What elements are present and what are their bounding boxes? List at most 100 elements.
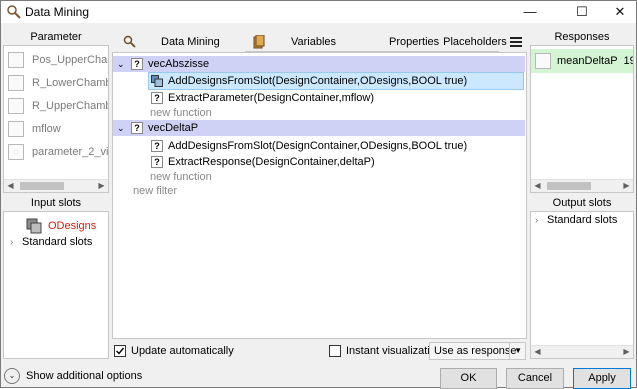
new-function-label: new function	[150, 171, 212, 183]
output-slots-panel: › Standard slots ◀ ▶	[530, 211, 634, 359]
tab-properties[interactable]: Properties Placeholders	[367, 32, 507, 52]
update-automatically-label: Update automatically	[131, 345, 234, 357]
parameter-icon	[8, 98, 24, 114]
tree-function-extract-response[interactable]: ? ExtractResponse(DesignContainer,deltaP…	[151, 154, 375, 170]
tab-data-mining-label: Data Mining	[161, 36, 220, 48]
tab-properties-label: Properties	[389, 35, 440, 48]
parameter-item[interactable]: R_LowerChamber	[8, 73, 108, 93]
parameter-label: Pos_UpperChamb	[32, 54, 108, 66]
scroll-right-icon[interactable]: ▶	[95, 180, 108, 192]
apply-button[interactable]: Apply	[573, 368, 631, 389]
parameter-item[interactable]: parameter_2_visco	[8, 142, 109, 162]
question-icon: ?	[131, 122, 143, 134]
parameter-header: Parameter	[30, 31, 82, 43]
tree-function-add-designs[interactable]: AddDesignsFromSlot(DesignContainer,ODesi…	[151, 73, 467, 89]
vecdeltap-label: vecDeltaP	[148, 122, 199, 134]
standard-slots-node[interactable]: › Standard slots	[10, 236, 92, 248]
odesigns-slot[interactable]: ODesigns	[26, 218, 96, 234]
parameter-item[interactable]: mflow	[8, 119, 61, 139]
question-icon: ?	[131, 58, 143, 70]
odesigns-label: ODesigns	[48, 220, 97, 232]
close-button[interactable]: ✕	[605, 1, 635, 23]
parameter-list[interactable]: Pos_UpperChamb R_LowerChamber R_UpperCha…	[3, 45, 109, 193]
use-as-response-label: Use as response	[434, 345, 517, 357]
dropdown-arrow-icon[interactable]: ▼	[509, 343, 522, 359]
parameter-icon	[8, 144, 24, 160]
tab-variables[interactable]: Variables	[245, 32, 367, 52]
parameter-icon	[8, 75, 24, 91]
checkmark-icon	[116, 347, 125, 355]
variables-tab-icon	[253, 34, 265, 48]
tree-node-vecabszisse[interactable]: ⌄ ? vecAbszisse	[117, 56, 209, 72]
question-icon: ?	[151, 156, 163, 168]
instant-visualization-option[interactable]: Instant visualization	[329, 345, 442, 357]
new-filter[interactable]: new filter	[133, 183, 177, 199]
vecabszisse-label: vecAbszisse	[148, 58, 210, 70]
response-icon	[535, 53, 551, 69]
show-additional-options-label: Show additional options	[26, 370, 143, 382]
function-label: ExtractResponse(DesignContainer,deltaP)	[168, 156, 375, 168]
responses-header: Responses	[554, 31, 610, 43]
tab-variables-label: Variables	[291, 35, 337, 48]
minimize-button[interactable]: —	[515, 1, 545, 23]
data-mining-icon	[7, 5, 21, 19]
response-item[interactable]: meanDeltaP 19.5	[531, 49, 633, 73]
instant-visualization-checkbox[interactable]	[329, 345, 341, 357]
parameter-item[interactable]: R_UpperChamber	[8, 96, 108, 116]
scroll-thumb[interactable]	[547, 182, 591, 190]
expand-chevron-icon[interactable]: ›	[10, 237, 22, 248]
show-additional-options[interactable]: ⌄ Show additional options	[4, 368, 142, 384]
designs-function-icon	[151, 75, 163, 87]
title-bar: Data Mining — ☐ ✕	[1, 1, 636, 23]
window-title: Data Mining	[25, 5, 90, 19]
parameter-hscrollbar[interactable]: ◀ ▶	[4, 179, 108, 192]
scroll-right-icon[interactable]: ▶	[620, 346, 633, 358]
cancel-button[interactable]: Cancel	[506, 368, 564, 389]
new-function-1[interactable]: new function	[150, 105, 212, 121]
scroll-right-icon[interactable]: ▶	[620, 180, 633, 192]
input-slots-header: Input slots	[30, 197, 82, 209]
instant-visualization-label: Instant visualization	[346, 345, 442, 357]
tab-data-mining[interactable]: Data Mining	[121, 32, 245, 52]
parameter-item[interactable]: Pos_UpperChamb	[8, 50, 108, 70]
ok-button[interactable]: OK	[440, 368, 497, 389]
use-as-response-dropdown[interactable]: Use as response ▼	[429, 342, 526, 360]
tab-placeholders-label: Placeholders	[443, 35, 507, 48]
function-label: AddDesignsFromSlot(DesignContainer,ODesi…	[168, 75, 468, 87]
collapse-chevron-icon[interactable]: ⌄	[117, 59, 131, 70]
tree-function-extract-parameter[interactable]: ? ExtractParameter(DesignContainer,mflow…	[151, 90, 374, 106]
tree-node-vecdeltap[interactable]: ⌄ ? vecDeltaP	[117, 120, 198, 136]
responses-hscrollbar[interactable]: ◀ ▶	[531, 179, 633, 192]
expand-chevron-icon[interactable]: ›	[535, 215, 547, 226]
update-automatically-option[interactable]: Update automatically	[114, 345, 234, 357]
data-mining-window: Data Mining — ☐ ✕ Parameter Pos_UpperCha…	[0, 0, 637, 389]
update-automatically-checkbox[interactable]	[114, 345, 126, 357]
designs-slot-icon	[26, 218, 42, 234]
parameter-label: R_UpperChamber	[32, 100, 108, 112]
menu-icon[interactable]	[510, 37, 522, 47]
data-mining-tree: ⌄ ? vecAbszisse AddDesignsFromSlot(Desig…	[112, 52, 527, 339]
scroll-thumb[interactable]	[20, 182, 64, 190]
new-filter-label: new filter	[133, 185, 178, 197]
function-label: ExtractParameter(DesignContainer,mflow)	[168, 92, 375, 104]
scroll-left-icon[interactable]: ◀	[531, 346, 544, 358]
output-slots-header: Output slots	[552, 197, 612, 209]
maximize-button[interactable]: ☐	[567, 1, 597, 23]
parameter-label: mflow	[32, 123, 61, 135]
parameter-label: parameter_2_visco	[32, 146, 109, 158]
new-function-label: new function	[150, 107, 212, 119]
collapse-chevron-icon[interactable]: ⌄	[117, 123, 131, 134]
function-label: AddDesignsFromSlot(DesignContainer,ODesi…	[168, 140, 468, 152]
scroll-left-icon[interactable]: ◀	[531, 180, 544, 192]
expand-circle-icon[interactable]: ⌄	[4, 368, 20, 384]
responses-list[interactable]: meanDeltaP 19.5 ◀ ▶	[530, 45, 634, 193]
parameter-label: R_LowerChamber	[32, 77, 108, 89]
tree-function-add-designs-2[interactable]: ? AddDesignsFromSlot(DesignContainer,ODe…	[151, 138, 467, 154]
output-hscrollbar[interactable]: ◀ ▶	[531, 345, 633, 358]
input-slots-panel: ODesigns › Standard slots	[3, 211, 109, 359]
question-icon: ?	[151, 140, 163, 152]
scroll-left-icon[interactable]: ◀	[4, 180, 17, 192]
question-icon: ?	[151, 92, 163, 104]
standard-slots-label: Standard slots	[22, 236, 93, 248]
output-standard-slots-node[interactable]: › Standard slots	[535, 214, 617, 226]
